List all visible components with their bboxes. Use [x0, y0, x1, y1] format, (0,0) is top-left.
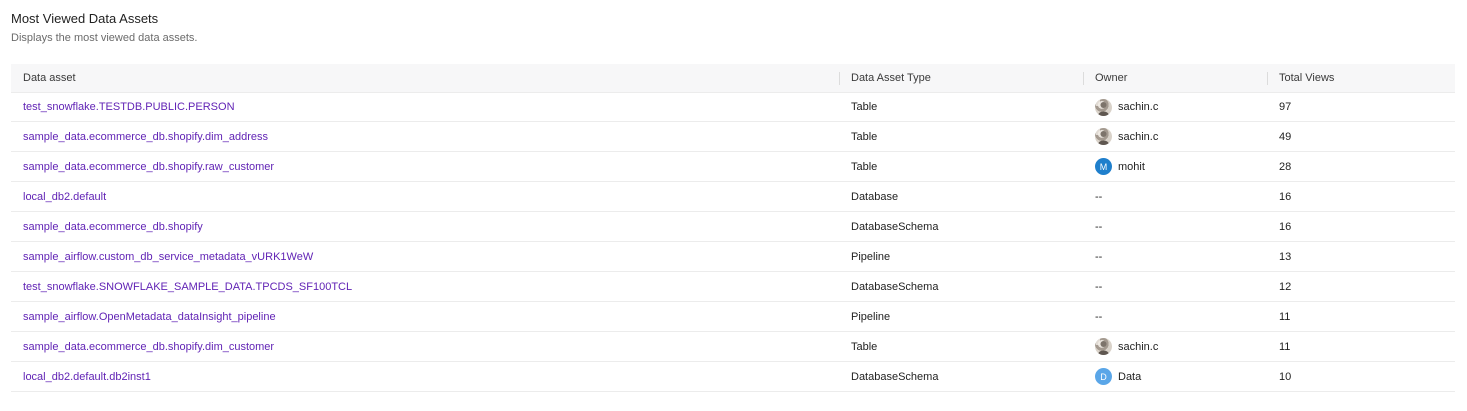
table-row: sample_airflow.custom_db_service_metadat… — [11, 241, 1455, 272]
table-row: test_snowflake.SNOWFLAKE_SAMPLE_DATA.TPC… — [11, 271, 1455, 302]
data-asset-link[interactable]: sample_airflow.OpenMetadata_dataInsight_… — [23, 311, 276, 323]
data-asset-link[interactable]: test_snowflake.TESTDB.PUBLIC.PERSON — [23, 101, 235, 113]
table-row: local_db2.default Database -- 16 — [11, 181, 1455, 212]
cell-owner: Mmohit — [1083, 151, 1267, 182]
data-asset-link[interactable]: test_snowflake.SNOWFLAKE_SAMPLE_DATA.TPC… — [23, 281, 352, 293]
card-subtitle: Displays the most viewed data assets. — [11, 32, 198, 44]
cell-owner: -- — [1083, 181, 1267, 212]
owner-name: -- — [1095, 280, 1103, 293]
table-row: sample_data.ecommerce_db.shopify.dim_cus… — [11, 331, 1455, 362]
cell-data-asset-type: Table — [839, 151, 1083, 182]
cell-data-asset: sample_airflow.custom_db_service_metadat… — [11, 241, 839, 272]
data-asset-link[interactable]: sample_data.ecommerce_db.shopify.raw_cus… — [23, 161, 274, 173]
owner-name: sachin.c — [1118, 101, 1159, 113]
cell-data-asset: sample_data.ecommerce_db.shopify.dim_cus… — [11, 331, 839, 362]
avatar-photo-icon — [1095, 128, 1112, 145]
data-asset-link[interactable]: sample_data.ecommerce_db.shopify.dim_cus… — [23, 341, 274, 353]
owner[interactable]: D Data — [1095, 368, 1255, 385]
cell-total-views: 10 — [1267, 361, 1455, 392]
cell-data-asset-type: Pipeline — [839, 241, 1083, 272]
cell-total-views: 11 — [1267, 331, 1455, 362]
cell-data-asset: local_db2.default — [11, 181, 839, 212]
cell-owner: sachin.c — [1083, 121, 1267, 152]
avatar-initial-icon: D — [1095, 368, 1112, 385]
cell-data-asset: test_snowflake.TESTDB.PUBLIC.PERSON — [11, 92, 839, 122]
column-header-data-asset-type: Data Asset Type — [839, 64, 1083, 93]
cell-data-asset-type: DatabaseSchema — [839, 361, 1083, 392]
owner: -- — [1095, 311, 1255, 323]
data-asset-link[interactable]: sample_data.ecommerce_db.shopify — [23, 221, 203, 233]
cell-owner: D Data — [1083, 361, 1267, 392]
column-header-owner: Owner — [1083, 64, 1267, 93]
cell-data-asset: sample_data.ecommerce_db.shopify — [11, 211, 839, 242]
table-row: sample_data.ecommerce_db.shopify Database… — [11, 211, 1455, 242]
owner[interactable]: sachin.c — [1095, 98, 1255, 116]
cell-owner: -- — [1083, 271, 1267, 302]
cell-total-views: 49 — [1267, 121, 1455, 152]
table-row: sample_airflow.OpenMetadata_dataInsight_… — [11, 301, 1455, 332]
table-row: sample_data.ecommerce_db.shopify.dim_add… — [11, 121, 1455, 152]
table-header-row: Data asset Data Asset Type Owner Total V… — [11, 64, 1455, 93]
owner[interactable]: sachin.c — [1095, 128, 1255, 145]
cell-data-asset-type: Table — [839, 121, 1083, 152]
data-assets-table: Data asset Data Asset Type Owner Total V… — [11, 64, 1455, 392]
cell-data-asset-type: Pipeline — [839, 301, 1083, 332]
table-row: sample_data.ecommerce_db.shopify.raw_cus… — [11, 151, 1455, 182]
card-title: Most Viewed Data Assets — [11, 11, 159, 26]
cell-data-asset: test_snowflake.SNOWFLAKE_SAMPLE_DATA.TPC… — [11, 271, 839, 302]
cell-owner: -- — [1083, 301, 1267, 332]
cell-data-asset-type: DatabaseSchema — [839, 211, 1083, 242]
cell-owner: sachin.c — [1083, 331, 1267, 362]
data-asset-link[interactable]: local_db2.default — [23, 191, 106, 203]
owner: -- — [1095, 281, 1255, 293]
cell-owner: -- — [1083, 211, 1267, 242]
owner-name: -- — [1095, 220, 1103, 233]
avatar-photo-icon — [1095, 338, 1112, 355]
owner-name: Data — [1118, 370, 1142, 383]
owner-name: sachin.c — [1118, 340, 1159, 353]
owner: -- — [1095, 221, 1255, 233]
avatar-initial-icon: M — [1095, 158, 1112, 175]
cell-owner: sachin.c — [1083, 92, 1267, 122]
cell-owner: -- — [1083, 241, 1267, 272]
owner: -- — [1095, 251, 1255, 263]
cell-total-views: 11 — [1267, 301, 1455, 332]
table-row: test_snowflake.TESTDB.PUBLIC.PERSON Table… — [11, 92, 1455, 122]
cell-data-asset: sample_data.ecommerce_db.shopify.raw_cus… — [11, 151, 839, 182]
cell-total-views: 12 — [1267, 271, 1455, 302]
owner-name: sachin.c — [1118, 130, 1159, 143]
cell-data-asset: sample_data.ecommerce_db.shopify.dim_add… — [11, 121, 839, 152]
column-header-total-views: Total Views — [1267, 64, 1455, 93]
owner-name: -- — [1095, 190, 1103, 203]
cell-total-views: 16 — [1267, 181, 1455, 212]
cell-data-asset: local_db2.default.db2inst1 — [11, 361, 839, 392]
data-asset-link[interactable]: sample_airflow.custom_db_service_metadat… — [23, 251, 313, 263]
owner[interactable]: sachin.c — [1095, 338, 1255, 355]
cell-total-views: 28 — [1267, 151, 1455, 182]
owner-name: mohit — [1118, 160, 1145, 173]
data-asset-link[interactable]: local_db2.default.db2inst1 — [23, 371, 151, 383]
owner: -- — [1095, 191, 1255, 203]
owner-name: -- — [1095, 310, 1103, 323]
most-viewed-data-assets-card: Most Viewed Data Assets Displays the mos… — [11, 11, 1455, 392]
cell-data-asset: sample_airflow.OpenMetadata_dataInsight_… — [11, 301, 839, 332]
owner[interactable]: Mmohit — [1095, 158, 1255, 175]
avatar-photo-icon — [1095, 98, 1112, 116]
cell-total-views: 13 — [1267, 241, 1455, 272]
table-row: local_db2.default.db2inst1 DatabaseSchema… — [11, 361, 1455, 392]
column-header-data-asset: Data asset — [11, 64, 839, 93]
data-asset-link[interactable]: sample_data.ecommerce_db.shopify.dim_add… — [23, 131, 268, 143]
cell-data-asset-type: Database — [839, 181, 1083, 212]
cell-total-views: 97 — [1267, 92, 1455, 122]
cell-total-views: 16 — [1267, 211, 1455, 242]
cell-data-asset-type: Table — [839, 92, 1083, 122]
cell-data-asset-type: DatabaseSchema — [839, 271, 1083, 302]
owner-name: -- — [1095, 250, 1103, 263]
cell-data-asset-type: Table — [839, 331, 1083, 362]
